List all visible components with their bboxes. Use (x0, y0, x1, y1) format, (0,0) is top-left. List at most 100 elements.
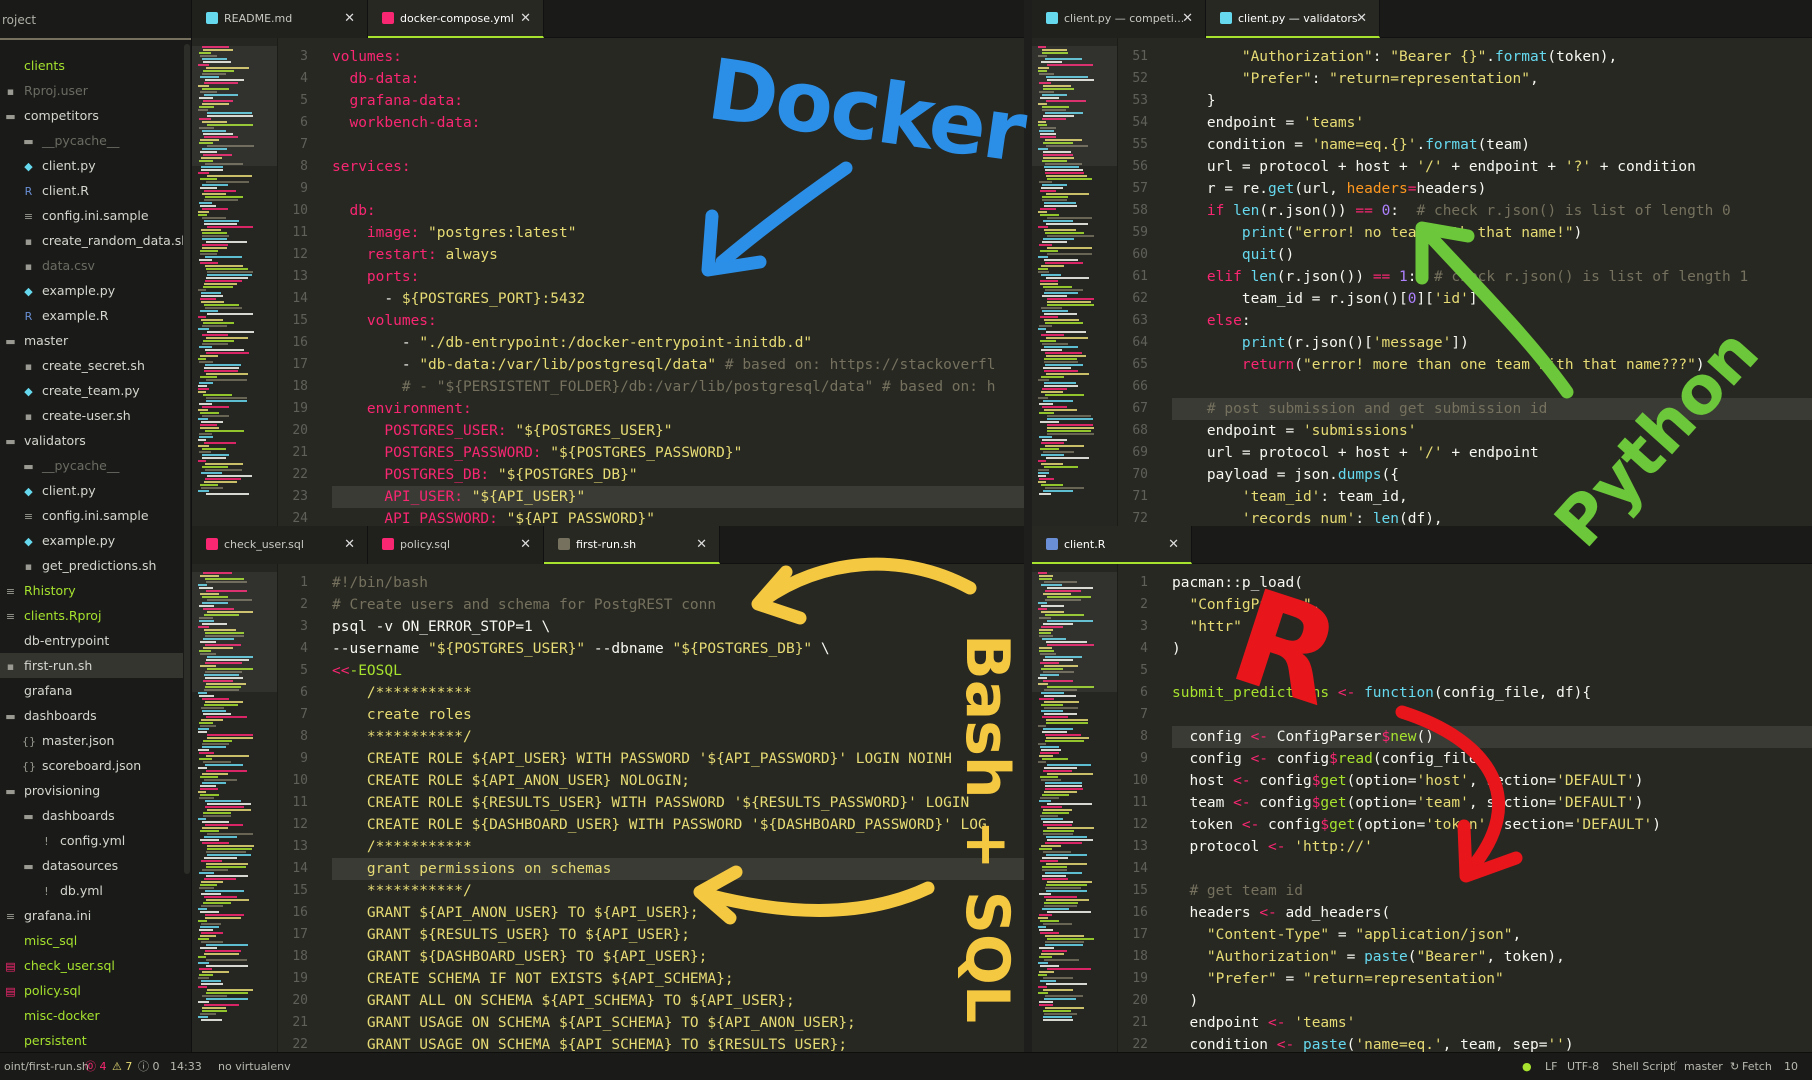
minimap-viewport[interactable] (192, 46, 277, 166)
tree-item[interactable]: ▪ first-run.sh (0, 653, 183, 678)
close-tab-icon[interactable]: ✕ (344, 0, 355, 38)
code-line: # Create users and schema for PostgREST … (332, 594, 1024, 616)
code-token: 1 (1399, 269, 1408, 285)
minimap[interactable] (1032, 38, 1118, 526)
tree-item[interactable]: {} master.json (0, 728, 183, 753)
tree-item[interactable]: ▪ data.csv (0, 253, 183, 278)
tree-item[interactable]: ▪ create-user.sh (0, 403, 183, 428)
editor-tab[interactable]: client.R ✕ (1032, 526, 1192, 564)
status-warnings[interactable]: ⚠ 7 (112, 1053, 132, 1080)
status-grammar[interactable]: Shell Script (1612, 1053, 1674, 1080)
tree-item[interactable]: ▬ master (0, 328, 183, 353)
tree-item[interactable]: ▬ datasources (0, 853, 183, 878)
close-tab-icon[interactable]: ✕ (1182, 0, 1193, 38)
minimap-viewport[interactable] (1032, 46, 1117, 166)
minimap[interactable] (192, 38, 278, 526)
status-branch[interactable]: master (1684, 1053, 1723, 1080)
status-errors[interactable]: ⓪ 4 (85, 1053, 107, 1080)
tree-item-label: master (24, 333, 69, 348)
editor-tab[interactable]: check_user.sql ✕ (192, 526, 368, 564)
editor-tab[interactable]: client.py — validators ✕ (1206, 0, 1380, 38)
status-virtualenv[interactable]: no virtualenv (218, 1053, 291, 1080)
close-tab-icon[interactable]: ✕ (520, 526, 531, 564)
tree-item[interactable]: ▪ Rproj.user (0, 78, 183, 103)
tree-item[interactable]: ≡ Rhistory (0, 578, 183, 603)
tree-item[interactable]: ▬ provisioning (0, 778, 183, 803)
tree-item[interactable]: ◆ example.py (0, 528, 183, 553)
line-number: 9 (1140, 751, 1148, 766)
tab-label: client.R (1064, 538, 1106, 551)
tree-item[interactable]: ! config.yml (0, 828, 183, 853)
project-tree-scrollbar[interactable] (184, 44, 190, 874)
tree-item[interactable]: misc_sql (0, 928, 183, 953)
tree-item[interactable]: Rexample.R (0, 303, 183, 328)
code-line: <<-EOSQL (332, 660, 1024, 682)
tree-item[interactable]: ▤ policy.sql (0, 978, 183, 1003)
tree-item[interactable]: ▪ create_secret.sh (0, 353, 183, 378)
code-token: << (332, 663, 350, 679)
code-token: # get team id (1172, 883, 1303, 899)
code-line: 'team_id': team_id, (1172, 486, 1812, 508)
editor-tab[interactable]: client.py — competi... ✕ (1032, 0, 1206, 38)
close-tab-icon[interactable]: ✕ (1356, 0, 1367, 36)
code-area[interactable]: volumes: db-data: grafana-data: workbenc… (332, 38, 1024, 526)
tree-item[interactable]: ≡ config.ini.sample (0, 503, 183, 528)
code-area[interactable]: "Authorization": "Bearer {}".format(toke… (1172, 38, 1812, 526)
status-extra[interactable]: 10 (1784, 1053, 1798, 1080)
close-tab-icon[interactable]: ✕ (520, 0, 531, 36)
editor-tab[interactable]: policy.sql ✕ (368, 526, 544, 564)
tree-item[interactable]: ▪ get_predictions.sh (0, 553, 183, 578)
code-token: # check r.json() is list of length 1 (1433, 269, 1749, 285)
tree-item[interactable]: ≡ grafana.ini (0, 903, 183, 928)
code-token: ) (1652, 817, 1661, 833)
tree-item[interactable]: ◆ example.py (0, 278, 183, 303)
tree-item[interactable]: ▤ check_user.sql (0, 953, 183, 978)
minimap-viewport[interactable] (192, 572, 277, 692)
close-tab-icon[interactable]: ✕ (696, 526, 707, 562)
tree-item[interactable]: ≡ config.ini.sample (0, 203, 183, 228)
tree-item[interactable]: misc-docker (0, 1003, 183, 1028)
editor-tab[interactable]: README.md ✕ (192, 0, 368, 38)
status-cursor-position[interactable]: 14:33 (170, 1053, 202, 1080)
tree-item[interactable]: ▪ create_random_data.sh (0, 228, 183, 253)
status-encoding[interactable]: UTF-8 (1567, 1053, 1599, 1080)
code-token: --dbname (585, 641, 673, 657)
tree-item[interactable]: persistent (0, 1028, 183, 1052)
tree-item[interactable]: ≡ clients.Rproj (0, 603, 183, 628)
tree-item[interactable]: ◆ client.py (0, 478, 183, 503)
tree-item[interactable]: ◆ client.py (0, 153, 183, 178)
tree-item[interactable]: ▬ dashboards (0, 703, 183, 728)
code-token: GRANT ${API_ANON_USER} TO ${API_USER}; (332, 905, 699, 921)
tree-item[interactable]: {} scoreboard.json (0, 753, 183, 778)
tree-item[interactable]: clients (0, 53, 183, 78)
status-file-path[interactable]: oint/first-run.sh (4, 1053, 89, 1080)
status-infos[interactable]: ⓘ 0 (138, 1053, 160, 1080)
tree-item[interactable]: ▬ __pycache__ (0, 128, 183, 153)
status-line-ending[interactable]: LF (1545, 1053, 1557, 1080)
tree-item[interactable]: ▬ __pycache__ (0, 453, 183, 478)
code-area[interactable]: pacman::p_load( "ConfigParser", "httr") s… (1172, 564, 1812, 1052)
tree-item[interactable]: ▬ validators (0, 428, 183, 453)
line-number: 7 (1140, 707, 1148, 722)
tree-item[interactable]: grafana (0, 678, 183, 703)
code-area[interactable]: #!/bin/bash # Create users and schema for… (332, 564, 1024, 1052)
editor-tab[interactable]: first-run.sh ✕ (544, 526, 720, 564)
editor-tab[interactable]: docker-compose.yml ✕ (368, 0, 544, 38)
close-tab-icon[interactable]: ✕ (1168, 526, 1179, 562)
tree-item[interactable]: ! db.yml (0, 878, 183, 903)
minimap[interactable] (192, 564, 278, 1052)
code-line: url = protocol + host + '/' + endpoint (1172, 442, 1812, 464)
tree-item[interactable]: db-entrypoint (0, 628, 183, 653)
code-line: POSTGRES_DB: "${POSTGRES_DB}" (332, 464, 1024, 486)
tree-item[interactable]: ◆ create_team.py (0, 378, 183, 403)
tree-item[interactable]: ▬ dashboards (0, 803, 183, 828)
minimap[interactable] (1032, 564, 1118, 1052)
code-token: ***********/ (332, 883, 472, 899)
status-fetch[interactable]: Fetch (1742, 1053, 1772, 1080)
close-tab-icon[interactable]: ✕ (344, 526, 355, 564)
tree-item[interactable]: ▬ competitors (0, 103, 183, 128)
line-number: 6 (300, 685, 308, 700)
tree-item[interactable]: Rclient.R (0, 178, 183, 203)
minimap-viewport[interactable] (1032, 572, 1117, 692)
